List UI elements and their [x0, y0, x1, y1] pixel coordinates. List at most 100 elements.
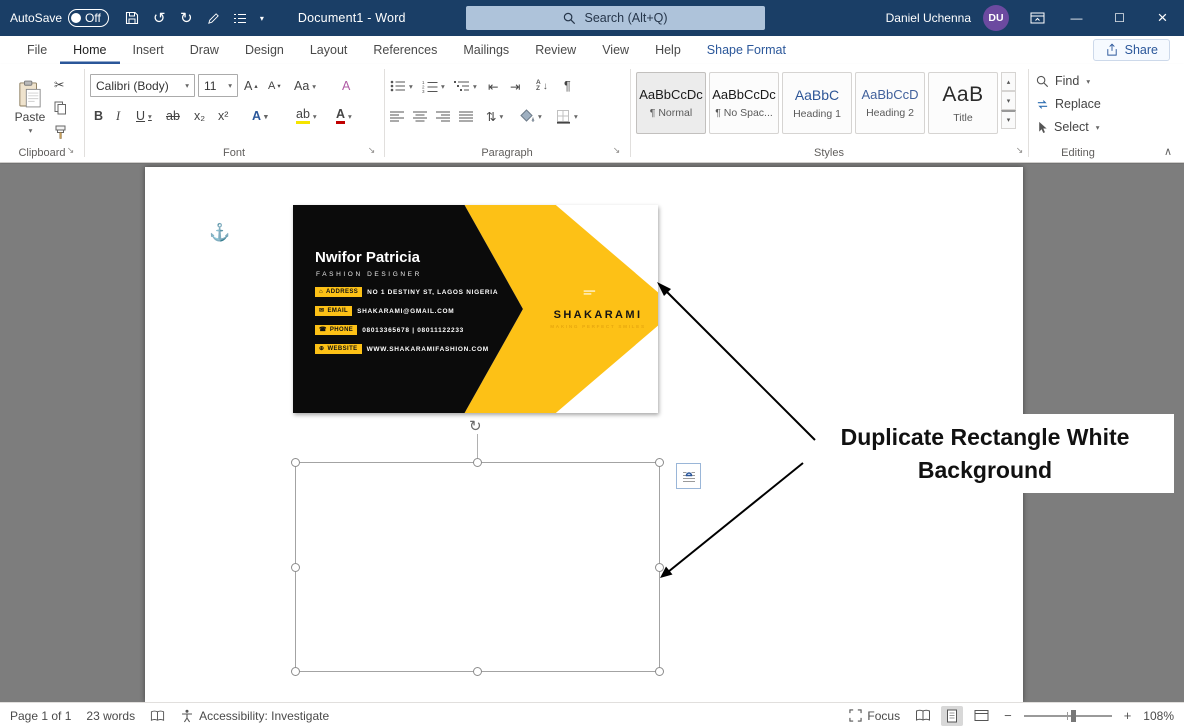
tab-home[interactable]: Home — [60, 36, 119, 64]
numbering-button[interactable]: 123 ▾ — [422, 74, 445, 98]
zoom-slider[interactable] — [1023, 709, 1112, 722]
zoom-slider-thumb[interactable] — [1070, 709, 1076, 722]
change-case-button[interactable]: Aa ▾ — [294, 74, 316, 98]
copy-button[interactable] — [54, 96, 67, 120]
focus-button[interactable]: Focus — [849, 709, 900, 723]
tab-file[interactable]: File — [14, 36, 60, 64]
multilevel-list-icon — [454, 81, 469, 91]
cut-button[interactable]: ✂ — [54, 72, 64, 96]
read-mode-button[interactable] — [912, 706, 934, 726]
grow-font-button[interactable]: A ▴ — [244, 74, 258, 98]
email-icon: ✉ — [319, 308, 325, 314]
line-spacing-button[interactable]: ⇅ ▾ — [486, 104, 503, 128]
style-gallery-up-button[interactable]: ▴ — [1001, 72, 1016, 91]
collapse-ribbon-button[interactable]: ∧ — [1164, 145, 1172, 158]
web-layout-button[interactable] — [970, 706, 992, 726]
accessibility-checker[interactable]: Accessibility: Investigate — [180, 709, 329, 723]
tab-design[interactable]: Design — [232, 36, 297, 64]
editor-pen-button[interactable] — [200, 4, 227, 32]
underline-button[interactable]: U ▾ — [136, 104, 152, 128]
find-button[interactable]: Find ▾ — [1036, 74, 1090, 88]
user-name[interactable]: Daniel Uchenna — [886, 11, 971, 25]
strikethrough-button[interactable]: ab — [166, 104, 180, 128]
group-separator — [1028, 69, 1029, 157]
align-left-button[interactable] — [390, 104, 405, 128]
styles-group-label: Styles — [814, 147, 844, 159]
format-painter-button[interactable] — [54, 120, 67, 144]
accessibility-person-icon — [182, 709, 193, 722]
print-layout-button[interactable] — [941, 705, 964, 726]
pilcrow-icon: ¶ — [564, 79, 571, 93]
tab-shape-format[interactable]: Shape Format — [694, 36, 799, 64]
search-input[interactable]: Search (Alt+Q) — [466, 6, 765, 30]
subscript-button[interactable]: x₂ — [194, 104, 205, 128]
undo-button[interactable]: ↺ — [146, 4, 173, 32]
customize-qat-button[interactable]: ▾ — [254, 4, 270, 32]
bold-button[interactable]: B — [94, 104, 103, 128]
page-indicator[interactable]: Page 1 of 1 — [10, 709, 71, 723]
save-button[interactable] — [119, 4, 146, 32]
minimize-button[interactable]: — — [1055, 0, 1098, 36]
clear-formatting-button[interactable]: A — [342, 74, 350, 98]
word-count[interactable]: 23 words — [86, 709, 135, 723]
autosave-control[interactable]: AutoSave Off — [0, 9, 119, 27]
font-color-button[interactable]: A ▾ — [336, 104, 352, 128]
font-family-select[interactable]: Calibri (Body) ▾ — [90, 74, 195, 97]
font-size-select[interactable]: 11 ▾ — [198, 74, 238, 97]
align-center-button[interactable] — [413, 104, 428, 128]
tab-mailings[interactable]: Mailings — [450, 36, 522, 64]
style-heading-2[interactable]: AaBbCcD Heading 2 — [855, 72, 925, 134]
tab-insert[interactable]: Insert — [120, 36, 177, 64]
avatar[interactable]: DU — [983, 5, 1009, 31]
style-heading-1[interactable]: AaBbC Heading 1 — [782, 72, 852, 134]
increase-indent-button[interactable]: ⇥ — [510, 74, 520, 98]
paste-button[interactable]: Paste ▾ — [8, 72, 52, 142]
show-paragraph-marks-button[interactable]: ¶ — [564, 74, 571, 98]
replace-button[interactable]: Replace — [1036, 97, 1101, 111]
decrease-indent-button[interactable]: ⇤ — [488, 74, 498, 98]
redo-button[interactable]: ↻ — [173, 4, 200, 32]
style-gallery-down-button[interactable]: ▾ — [1001, 91, 1016, 110]
proofing-button[interactable] — [150, 709, 165, 723]
sort-button[interactable]: AZ ↓ — [536, 74, 548, 98]
justify-button[interactable] — [459, 104, 474, 128]
borders-button[interactable]: ▾ — [556, 104, 578, 128]
superscript-icon: x² — [218, 109, 229, 123]
close-button[interactable]: × — [1141, 0, 1184, 36]
text-effects-button[interactable]: A ▾ — [252, 104, 268, 128]
tab-view[interactable]: View — [589, 36, 642, 64]
style-name: Heading 2 — [866, 107, 914, 119]
zoom-in-button[interactable]: + — [1124, 708, 1132, 723]
save-icon — [126, 11, 139, 25]
zoom-percentage[interactable]: 108% — [1143, 709, 1174, 723]
format-painter-icon — [55, 125, 66, 139]
tab-references[interactable]: References — [360, 36, 450, 64]
autosave-toggle[interactable]: Off — [68, 9, 109, 27]
align-right-button[interactable] — [436, 104, 451, 128]
select-button[interactable]: Select ▾ — [1036, 120, 1100, 134]
italic-button[interactable]: I — [116, 104, 120, 128]
shrink-font-button[interactable]: A ▾ — [268, 74, 281, 98]
zoom-out-button[interactable]: − — [1004, 708, 1012, 723]
highlight-color-button[interactable]: ab ▾ — [296, 104, 317, 128]
superscript-button[interactable]: x² — [218, 104, 228, 128]
bulleted-list-button[interactable] — [227, 4, 254, 32]
tab-layout[interactable]: Layout — [297, 36, 361, 64]
style-gallery-more-button[interactable]: ▾ — [1001, 110, 1016, 129]
bullets-button[interactable]: ▾ — [390, 74, 413, 98]
style-no-spacing[interactable]: AaBbCcDc ¶ No Spac... — [709, 72, 779, 134]
tab-help[interactable]: Help — [642, 36, 694, 64]
more-icon: ▾ — [1006, 117, 1011, 124]
maximize-button[interactable]: ☐ — [1098, 0, 1141, 36]
find-icon — [1036, 75, 1049, 87]
style-normal[interactable]: AaBbCcDc ¶ Normal — [636, 72, 706, 134]
ribbon-display-options-button[interactable] — [1019, 0, 1055, 36]
style-title[interactable]: AaB Title — [928, 72, 998, 134]
tab-review[interactable]: Review — [522, 36, 589, 64]
multilevel-list-button[interactable]: ▾ — [454, 74, 477, 98]
chevron-down-icon: ▾ — [28, 125, 33, 135]
shading-button[interactable]: ▾ — [520, 104, 542, 128]
tab-draw[interactable]: Draw — [177, 36, 232, 64]
share-button[interactable]: Share — [1092, 39, 1170, 61]
contact-value: SHAKARAMI@GMAIL.COM — [357, 307, 455, 315]
